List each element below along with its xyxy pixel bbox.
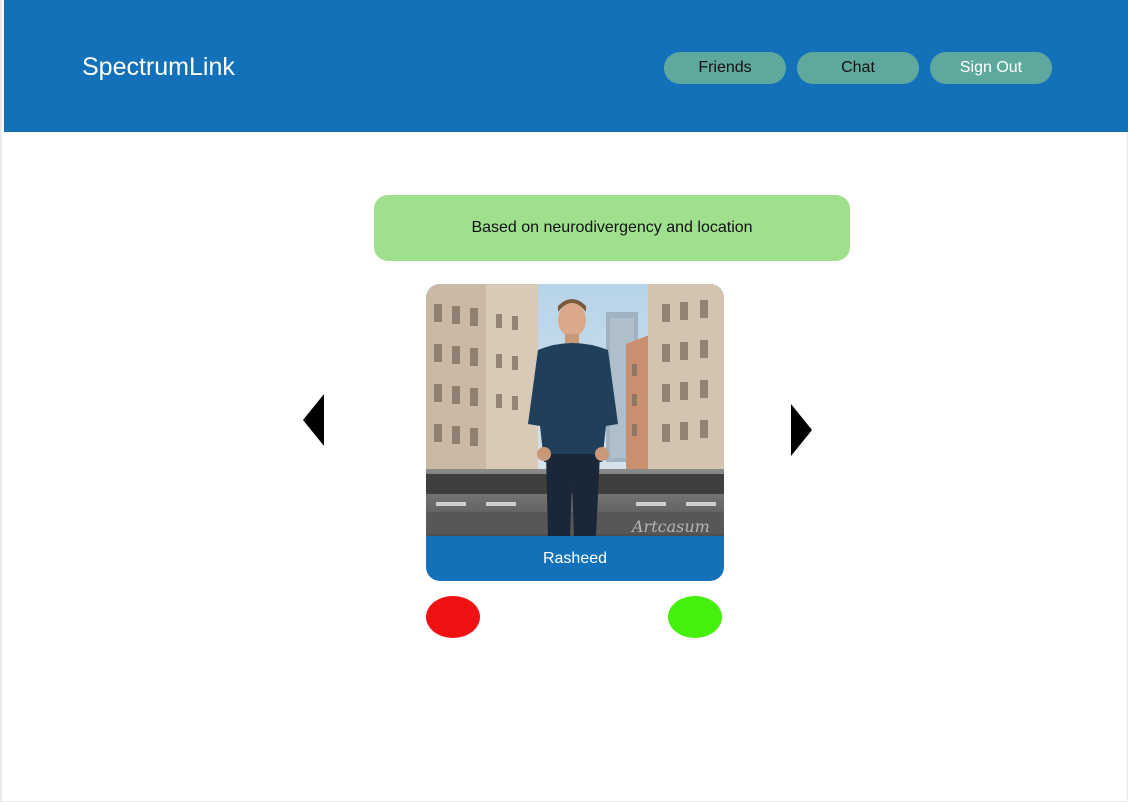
top-header: SpectrumLink Friends Chat Sign Out	[4, 0, 1128, 132]
accept-button[interactable]	[668, 596, 722, 638]
profile-photo: Artcasum	[426, 284, 724, 536]
friends-button[interactable]: Friends	[664, 52, 786, 84]
app-logo-text[interactable]: SpectrumLink	[82, 52, 235, 82]
app-page: SpectrumLink Friends Chat Sign Out Based…	[0, 0, 1128, 802]
profile-card[interactable]: Artcasum Rasheed	[426, 284, 724, 581]
chat-button[interactable]: Chat	[797, 52, 919, 84]
profile-name: Rasheed	[542, 550, 608, 567]
previous-profile-icon[interactable]	[303, 394, 324, 446]
photo-watermark: Artcasum	[630, 517, 710, 536]
match-criteria-banner: Based on neurodivergency and location	[374, 195, 850, 261]
next-profile-icon[interactable]	[791, 404, 812, 456]
sign-out-button[interactable]: Sign Out	[930, 52, 1052, 84]
reject-button[interactable]	[426, 596, 480, 638]
